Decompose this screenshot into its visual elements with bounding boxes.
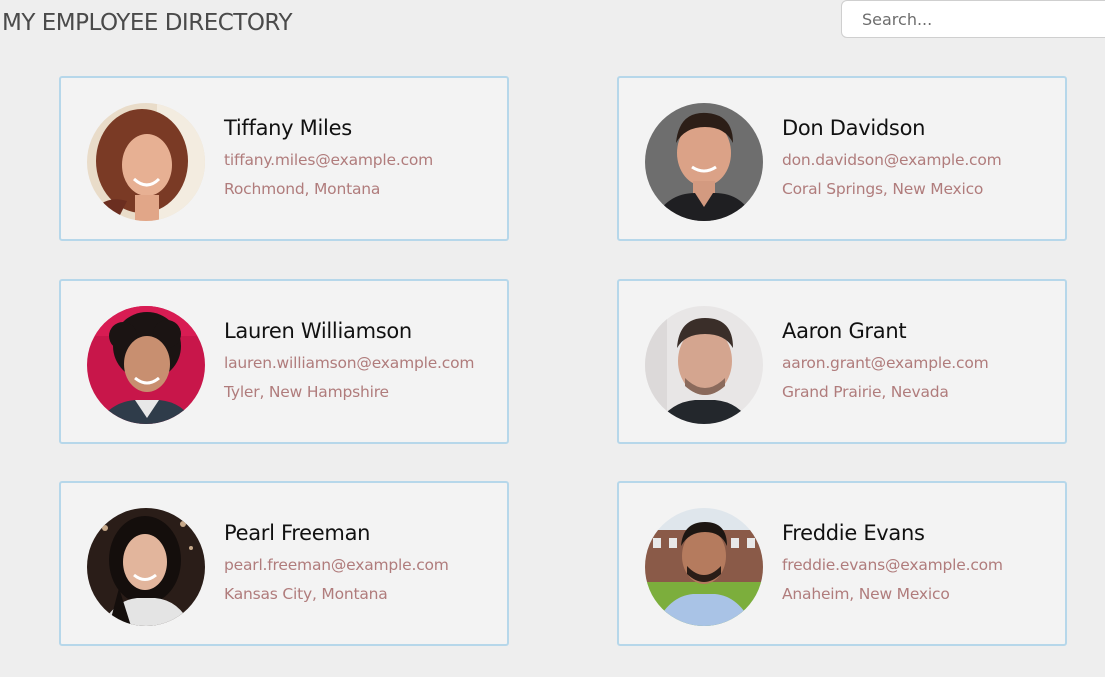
employee-name: Pearl Freeman xyxy=(224,521,371,545)
employee-name: Don Davidson xyxy=(782,116,926,140)
avatar xyxy=(87,508,205,626)
employee-email: tiffany.miles@example.com xyxy=(224,151,434,169)
employee-name: Lauren Williamson xyxy=(224,319,412,343)
page-title: MY EMPLOYEE DIRECTORY xyxy=(2,10,293,36)
avatar xyxy=(645,306,763,424)
employee-location: Rochmond, Montana xyxy=(224,180,381,198)
employee-location: Anaheim, New Mexico xyxy=(782,585,950,603)
employee-card: Pearl Freeman pearl.freeman@example.com … xyxy=(59,481,509,646)
employee-location: Coral Springs, New Mexico xyxy=(782,180,984,198)
employee-name: Aaron Grant xyxy=(782,319,907,343)
employee-email: don.davidson@example.com xyxy=(782,151,1002,169)
employee-card: Don Davidson don.davidson@example.com Co… xyxy=(617,76,1067,241)
employee-name: Freddie Evans xyxy=(782,521,925,545)
employee-email: pearl.freeman@example.com xyxy=(224,556,449,574)
employee-email: lauren.williamson@example.com xyxy=(224,354,475,372)
employee-location: Grand Prairie, Nevada xyxy=(782,383,949,401)
avatar xyxy=(87,103,205,221)
avatar xyxy=(87,306,205,424)
employee-location: Tyler, New Hampshire xyxy=(224,383,389,401)
search-input[interactable] xyxy=(841,0,1105,38)
avatar xyxy=(645,508,763,626)
employee-email: aaron.grant@example.com xyxy=(782,354,989,372)
employee-email: freddie.evans@example.com xyxy=(782,556,1003,574)
employee-card: Tiffany Miles tiffany.miles@example.com … xyxy=(59,76,509,241)
employee-location: Kansas City, Montana xyxy=(224,585,388,603)
avatar xyxy=(645,103,763,221)
employee-name: Tiffany Miles xyxy=(224,116,352,140)
employee-card: Aaron Grant aaron.grant@example.com Gran… xyxy=(617,279,1067,444)
employee-card: Freddie Evans freddie.evans@example.com … xyxy=(617,481,1067,646)
employee-card: Lauren Williamson lauren.williamson@exam… xyxy=(59,279,509,444)
